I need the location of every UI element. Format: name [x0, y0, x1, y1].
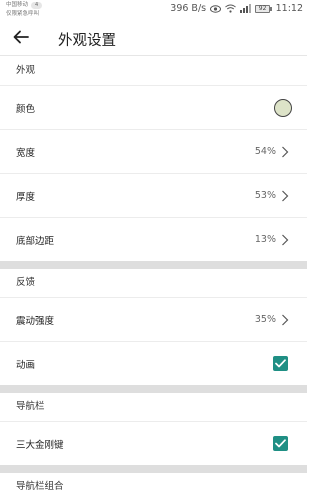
settings-list: 外观 颜色 宽度 54% 厚度 53% 底部边距 13% 反馈 震动强度 35%… — [0, 57, 307, 498]
battery-icon: 92 — [255, 4, 272, 13]
setting-label: 厚度 — [16, 191, 36, 203]
section-divider — [0, 465, 307, 473]
setting-value: 13% — [254, 234, 276, 245]
wifi-icon — [225, 4, 236, 13]
section-header-navbar-combo: 导航栏组合 — [0, 473, 307, 498]
arrow-left-icon — [13, 29, 29, 48]
signal-icon — [240, 4, 252, 13]
color-swatch[interactable] — [274, 98, 292, 117]
setting-label: 颜色 — [16, 103, 36, 115]
chevron-right-icon — [282, 146, 289, 157]
section-header-navbar: 导航栏 — [0, 393, 307, 421]
carrier-info: 中国移动 4 仅限紧急呼叫 — [6, 2, 43, 18]
setting-vibration[interactable]: 震动强度 35% — [0, 297, 307, 341]
network-speed: 396 B/s — [170, 3, 207, 14]
section-divider — [0, 385, 307, 393]
chevron-right-icon — [282, 234, 289, 245]
section-divider — [0, 261, 307, 269]
section-header-appearance: 外观 — [0, 57, 307, 85]
status-indicators: 396 B/s 92 11:12 — [170, 3, 303, 14]
setting-color[interactable]: 颜色 — [0, 85, 307, 129]
setting-label: 震动强度 — [16, 315, 55, 327]
setting-animation[interactable]: 动画 — [0, 341, 307, 385]
setting-value: 54% — [254, 146, 276, 157]
carrier-name: 中国移动 — [6, 2, 29, 8]
checkmark-icon — [275, 359, 286, 368]
back-button[interactable] — [10, 27, 32, 49]
section-header-feedback: 反馈 — [0, 269, 307, 297]
chevron-right-icon — [282, 314, 289, 325]
eye-icon — [210, 4, 222, 13]
setting-value: 53% — [254, 190, 276, 201]
carrier-badge: 4 — [31, 2, 43, 9]
setting-bottom-margin[interactable]: 底部边距 13% — [0, 217, 307, 261]
setting-label: 动画 — [16, 359, 36, 371]
page-title: 外观设置 — [58, 33, 116, 49]
emergency-only-text: 仅限紧急呼叫 — [6, 11, 40, 17]
app-bar: 外观设置 — [0, 20, 307, 56]
chevron-right-icon — [282, 190, 289, 201]
status-bar: 中国移动 4 仅限紧急呼叫 396 B/s 92 11:12 — [0, 0, 307, 20]
setting-thickness[interactable]: 厚度 53% — [0, 173, 307, 217]
animation-checkbox[interactable] — [273, 356, 288, 371]
three-keys-checkbox[interactable] — [273, 436, 288, 451]
setting-label: 底部边距 — [16, 235, 55, 247]
setting-width[interactable]: 宽度 54% — [0, 129, 307, 173]
battery-level: 92 — [255, 4, 271, 13]
setting-value: 35% — [254, 314, 276, 325]
checkmark-icon — [275, 439, 286, 448]
setting-label: 宽度 — [16, 147, 36, 159]
setting-label: 三大金刚键 — [16, 439, 64, 451]
setting-three-keys[interactable]: 三大金刚键 — [0, 421, 307, 465]
clock: 11:12 — [275, 3, 303, 14]
